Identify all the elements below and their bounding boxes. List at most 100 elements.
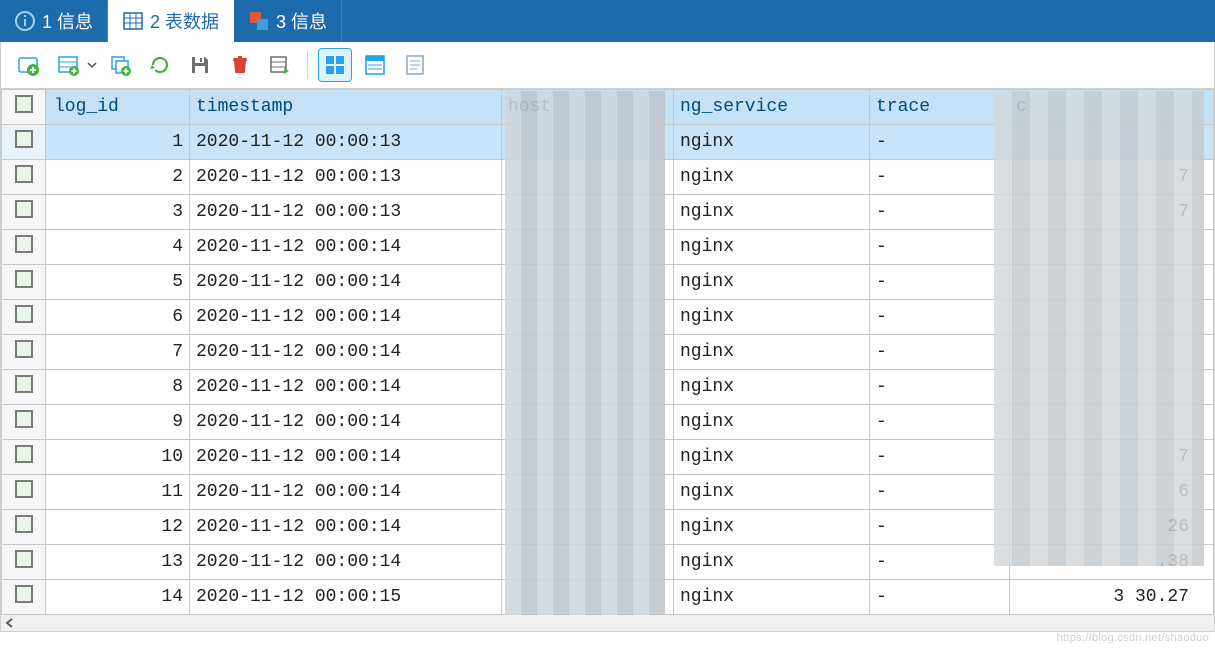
table-row[interactable]: 12020-11-12 00:00:13nginx- xyxy=(2,125,1214,160)
col-trace[interactable]: trace xyxy=(870,90,1010,125)
cell-ng-service[interactable]: nginx xyxy=(674,440,870,475)
row-checkbox-cell[interactable] xyxy=(2,580,46,615)
dropdown-caret-icon[interactable] xyxy=(87,60,97,70)
cell-host[interactable] xyxy=(502,195,674,230)
duplicate-row-button[interactable] xyxy=(103,48,137,82)
table-row[interactable]: 22020-11-12 00:00:13 nginx-7 xyxy=(2,160,1214,195)
cell-ng-service[interactable]: nginx xyxy=(674,370,870,405)
export-button[interactable] xyxy=(263,48,297,82)
cell-trace[interactable]: - xyxy=(870,160,1010,195)
scroll-left-arrow-icon[interactable] xyxy=(1,615,19,631)
table-row[interactable]: 32020-11-12 00:00:13nginx-7 xyxy=(2,195,1214,230)
cell-last[interactable] xyxy=(1010,335,1214,370)
cell-last[interactable]: .38 xyxy=(1010,545,1214,580)
row-checkbox-cell[interactable] xyxy=(2,265,46,300)
cell-last[interactable] xyxy=(1010,265,1214,300)
cell-host[interactable] xyxy=(502,300,674,335)
cell-ng-service[interactable]: nginx xyxy=(674,580,870,615)
table-row[interactable]: 92020-11-12 00:00:14nginx- xyxy=(2,405,1214,440)
cell-host[interactable] xyxy=(502,405,674,440)
table-row[interactable]: 72020-11-12 00:00:14 nginx- xyxy=(2,335,1214,370)
cell-trace[interactable]: - xyxy=(870,335,1010,370)
view-form-button[interactable] xyxy=(358,48,392,82)
cell-last[interactable] xyxy=(1010,405,1214,440)
col-timestamp[interactable]: timestamp xyxy=(190,90,502,125)
cell-host[interactable] xyxy=(502,440,674,475)
cell-trace[interactable]: - xyxy=(870,195,1010,230)
cell-host[interactable] xyxy=(502,335,674,370)
cell-ng-service[interactable]: nginx xyxy=(674,300,870,335)
cell-log-id[interactable]: 10 xyxy=(46,440,190,475)
cell-timestamp[interactable]: 2020-11-12 00:00:15 xyxy=(190,580,502,615)
cell-timestamp[interactable]: 2020-11-12 00:00:14 xyxy=(190,405,502,440)
row-checkbox-cell[interactable] xyxy=(2,370,46,405)
row-checkbox-cell[interactable] xyxy=(2,405,46,440)
cell-timestamp[interactable]: 2020-11-12 00:00:14 xyxy=(190,300,502,335)
cell-host[interactable] xyxy=(502,125,674,160)
cell-timestamp[interactable]: 2020-11-12 00:00:14 xyxy=(190,475,502,510)
cell-trace[interactable]: - xyxy=(870,510,1010,545)
row-checkbox-cell[interactable] xyxy=(2,510,46,545)
table-row[interactable]: 52020-11-12 00:00:14nginx- xyxy=(2,265,1214,300)
cell-trace[interactable]: - xyxy=(870,230,1010,265)
table-row[interactable]: 112020-11-12 00:00:14nginx-6 xyxy=(2,475,1214,510)
cell-trace[interactable]: - xyxy=(870,440,1010,475)
cell-ng-service[interactable]: nginx xyxy=(674,160,870,195)
save-button[interactable] xyxy=(183,48,217,82)
cell-timestamp[interactable]: 2020-11-12 00:00:13 xyxy=(190,195,502,230)
cell-log-id[interactable]: 13 xyxy=(46,545,190,580)
cell-log-id[interactable]: 8 xyxy=(46,370,190,405)
col-log-id[interactable]: log_id xyxy=(46,90,190,125)
cell-trace[interactable]: - xyxy=(870,545,1010,580)
cell-log-id[interactable]: 9 xyxy=(46,405,190,440)
cell-timestamp[interactable]: 2020-11-12 00:00:14 xyxy=(190,440,502,475)
cell-host[interactable] xyxy=(502,545,674,580)
cell-log-id[interactable]: 11 xyxy=(46,475,190,510)
cell-last[interactable] xyxy=(1010,300,1214,335)
cell-timestamp[interactable]: 2020-11-12 00:00:14 xyxy=(190,370,502,405)
row-checkbox-cell[interactable] xyxy=(2,195,46,230)
cell-host[interactable] xyxy=(502,475,674,510)
cell-host[interactable] xyxy=(502,580,674,615)
cell-last[interactable]: 7 xyxy=(1010,195,1214,230)
cell-timestamp[interactable]: 2020-11-12 00:00:14 xyxy=(190,510,502,545)
row-checkbox-cell[interactable] xyxy=(2,335,46,370)
cell-timestamp[interactable]: 2020-11-12 00:00:14 xyxy=(190,335,502,370)
table-row[interactable]: 82020-11-12 00:00:14 nginx- xyxy=(2,370,1214,405)
cell-ng-service[interactable]: nginx xyxy=(674,545,870,580)
cell-log-id[interactable]: 14 xyxy=(46,580,190,615)
cell-ng-service[interactable]: nginx xyxy=(674,265,870,300)
cell-last[interactable]: 26 xyxy=(1010,510,1214,545)
cell-trace[interactable]: - xyxy=(870,475,1010,510)
table-row[interactable]: 42020-11-12 00:00:14nginx- xyxy=(2,230,1214,265)
add-column-button[interactable] xyxy=(51,48,85,82)
header-checkbox-cell[interactable] xyxy=(2,90,46,125)
col-ng-service[interactable]: ng_service xyxy=(674,90,870,125)
cell-log-id[interactable]: 1 xyxy=(46,125,190,160)
cell-ng-service[interactable]: nginx xyxy=(674,195,870,230)
col-host[interactable]: host xyxy=(502,90,674,125)
view-text-button[interactable] xyxy=(398,48,432,82)
cell-trace[interactable]: - xyxy=(870,265,1010,300)
cell-timestamp[interactable]: 2020-11-12 00:00:13 xyxy=(190,160,502,195)
table-row[interactable]: 62020-11-12 00:00:14nginx- xyxy=(2,300,1214,335)
table-row[interactable]: 132020-11-12 00:00:14 nginx-.38 xyxy=(2,545,1214,580)
cell-timestamp[interactable]: 2020-11-12 00:00:13 xyxy=(190,125,502,160)
row-checkbox-cell[interactable] xyxy=(2,300,46,335)
add-row-button[interactable] xyxy=(11,48,45,82)
cell-ng-service[interactable]: nginx xyxy=(674,475,870,510)
cell-last[interactable]: 7 xyxy=(1010,160,1214,195)
cell-last[interactable] xyxy=(1010,230,1214,265)
cell-last[interactable] xyxy=(1010,370,1214,405)
cell-trace[interactable]: - xyxy=(870,370,1010,405)
cell-timestamp[interactable]: 2020-11-12 00:00:14 xyxy=(190,545,502,580)
row-checkbox-cell[interactable] xyxy=(2,125,46,160)
cell-log-id[interactable]: 7 xyxy=(46,335,190,370)
cell-ng-service[interactable]: nginx xyxy=(674,335,870,370)
cell-log-id[interactable]: 2 xyxy=(46,160,190,195)
cell-timestamp[interactable]: 2020-11-12 00:00:14 xyxy=(190,265,502,300)
tab-info-1[interactable]: 1 信息 xyxy=(0,0,108,42)
cell-last[interactable]: 7 xyxy=(1010,440,1214,475)
row-checkbox-cell[interactable] xyxy=(2,545,46,580)
horizontal-scrollbar[interactable] xyxy=(0,615,1215,632)
